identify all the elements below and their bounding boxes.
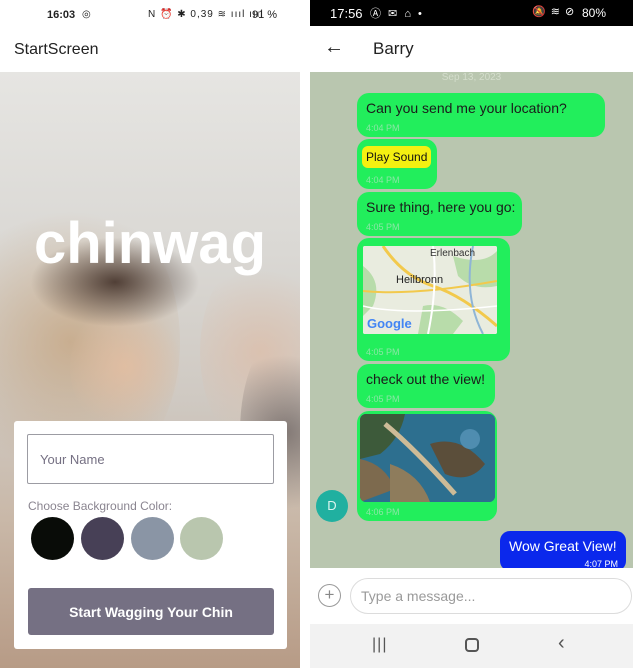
add-attachment-icon[interactable]: + <box>318 584 341 607</box>
message-bubble: Sure thing, here you go: 4:05 PM <box>357 192 522 236</box>
message-bubble: Play Sound 4:04 PM <box>357 139 437 189</box>
start-chat-button[interactable]: Start Wagging Your Chin <box>28 588 274 635</box>
date-separator: Sep 13, 2023 <box>441 72 502 83</box>
status-time: 16:03 <box>47 9 76 21</box>
photo-graphic <box>360 414 495 502</box>
status-time: 17:56 <box>330 6 363 21</box>
name-input[interactable] <box>27 434 274 484</box>
message-time: 4:07 PM <box>584 559 618 568</box>
message-list[interactable]: Sep 13, 2023 Can you send me your locati… <box>310 72 633 568</box>
location-map[interactable]: Erlenbach Heilbronn Google <box>363 246 497 334</box>
color-swatch-gray-blue[interactable] <box>131 517 174 560</box>
system-status-icons: N ⏰ ✱ 0,39 ≋ ıııl ıııl <box>148 9 264 20</box>
chat-title: Barry <box>373 39 414 58</box>
color-swatch-purple[interactable] <box>81 517 124 560</box>
back-arrow-icon[interactable]: ← <box>324 36 344 59</box>
message-bubble: Erlenbach Heilbronn Google 4:05 PM <box>357 238 510 361</box>
status-bar: 17:56 Ⓐ ✉ ⌂ • 🔕 ≋ ⊘ 80% <box>310 0 633 26</box>
map-label: Heilbronn <box>396 274 444 286</box>
play-sound-button[interactable]: Play Sound <box>362 146 432 168</box>
message-time: 4:04 PM <box>366 175 400 185</box>
app-bar: StartScreen <box>0 30 300 72</box>
message-time: 4:05 PM <box>366 347 400 357</box>
coastal-view-photo[interactable] <box>360 414 495 502</box>
page-title: StartScreen <box>14 41 99 58</box>
system-nav-bar: ||| ‹ <box>310 624 633 668</box>
status-bar: 16:03 ◎ N ⏰ ✱ 0,39 ≋ ıııl ıııl 91 % <box>0 0 300 30</box>
chat-header: ← Barry <box>310 26 633 72</box>
avatar[interactable]: D <box>316 490 348 522</box>
message-time: 4:04 PM <box>366 123 400 133</box>
background-color-label: Choose Background Color: <box>28 499 173 513</box>
outgoing-message-bubble: Wow Great View! 4:07 PM <box>500 531 626 568</box>
home-icon[interactable] <box>465 638 479 652</box>
google-logo: Google <box>367 316 412 331</box>
chat-screen-phone: 17:56 Ⓐ ✉ ⌂ • 🔕 ≋ ⊘ 80% ← Barry Sep 13, … <box>310 0 633 668</box>
message-text: Wow Great View! <box>509 538 617 554</box>
message-time: 4:05 PM <box>366 394 400 404</box>
message-time: 4:06 PM <box>366 507 400 517</box>
recent-apps-icon[interactable]: ||| <box>372 636 387 654</box>
back-chevron-icon[interactable]: ‹ <box>558 632 565 655</box>
notification-icons: Ⓐ ✉ ⌂ • <box>370 8 424 20</box>
message-input[interactable] <box>350 578 632 614</box>
message-bubble: Can you send me your location? 4:04 PM <box>357 93 605 137</box>
message-bubble: 4:06 PM <box>357 411 497 521</box>
message-bubble: check out the view! 4:05 PM <box>357 364 495 408</box>
battery-level: 91 % <box>252 9 278 21</box>
color-swatch-black[interactable] <box>31 517 74 560</box>
message-time: 4:05 PM <box>366 222 400 232</box>
message-text: check out the view! <box>366 371 486 387</box>
app-title: chinwag <box>33 211 267 276</box>
system-status-icons: 🔕 ≋ ⊘ <box>532 6 576 18</box>
map-label: Erlenbach <box>430 248 476 259</box>
message-text: Can you send me your location? <box>366 100 567 116</box>
whatsapp-icon: ◎ <box>82 9 91 20</box>
message-composer: + <box>310 568 633 624</box>
battery-level: 80% <box>582 6 607 20</box>
start-screen-phone: 16:03 ◎ N ⏰ ✱ 0,39 ≋ ıııl ıııl 91 % Star… <box>0 0 300 668</box>
start-form-card: Choose Background Color: Start Wagging Y… <box>14 421 287 649</box>
color-swatch-green[interactable] <box>180 517 223 560</box>
message-text: Sure thing, here you go: <box>366 199 516 215</box>
screenshot-pair: 16:03 ◎ N ⏰ ✱ 0,39 ≋ ıııl ıııl 91 % Star… <box>0 0 633 668</box>
